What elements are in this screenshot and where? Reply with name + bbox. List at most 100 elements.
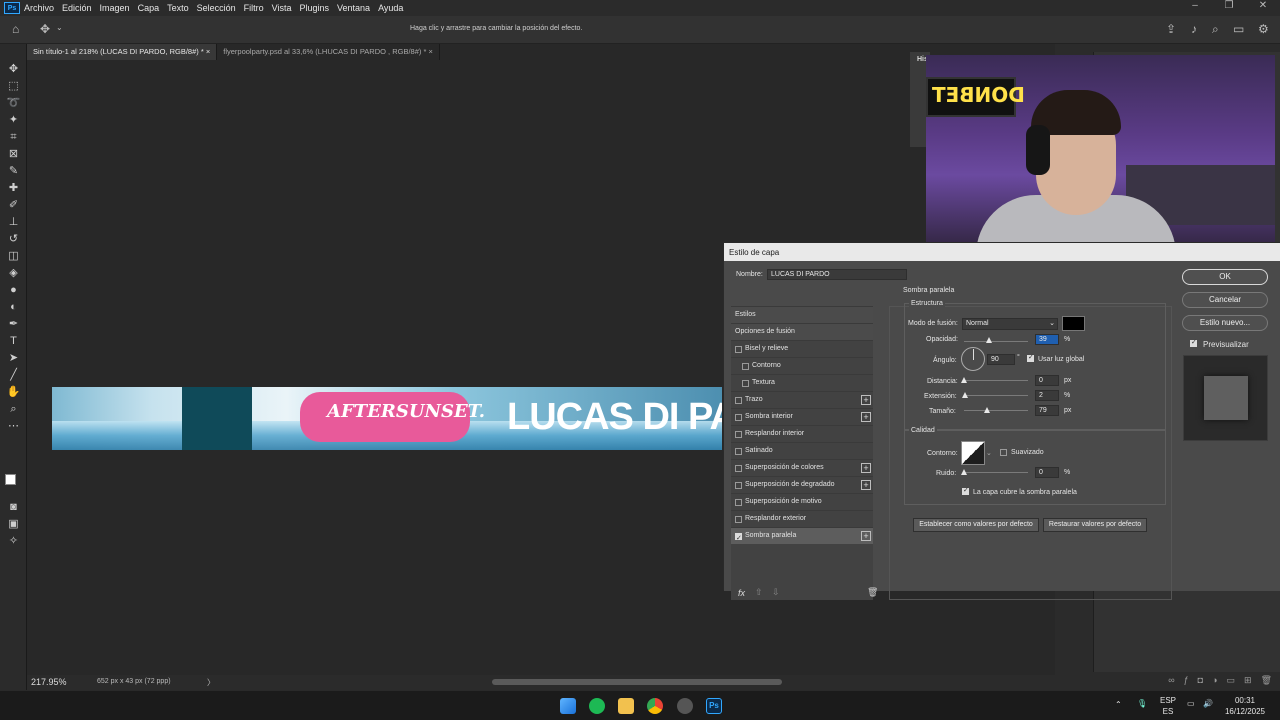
tab-sin-titulo[interactable]: Sin título-1 al 218% (LUCAS DI PARDO, RG…	[27, 44, 218, 60]
noise-field[interactable]: 0	[1035, 467, 1059, 478]
trash-icon[interactable]: 🗑	[867, 587, 878, 598]
antialias-checkbox[interactable]	[1000, 449, 1007, 456]
menu-capa[interactable]: Capa	[138, 3, 160, 13]
brush-tool-icon[interactable]: ✐	[6, 198, 21, 213]
opacity-slider-track[interactable]	[964, 341, 1028, 342]
home-icon[interactable]: ⌂	[12, 22, 19, 36]
tab-close-icon[interactable]: ×	[206, 47, 210, 56]
windows-start-icon[interactable]	[560, 698, 576, 714]
opacity-field[interactable]: 39	[1035, 334, 1059, 345]
add-stroke-icon[interactable]: +	[861, 395, 871, 405]
lasso-tool-icon[interactable]: ➰	[6, 96, 21, 111]
menu-ayuda[interactable]: Ayuda	[378, 3, 403, 13]
chevron-down-icon[interactable]: ⌄	[986, 449, 992, 457]
menu-texto[interactable]: Texto	[167, 3, 189, 13]
menu-imagen[interactable]: Imagen	[100, 3, 130, 13]
inner-shadow-checkbox[interactable]	[735, 414, 742, 421]
dialog-titlebar[interactable]: Estilo de capa	[724, 243, 1280, 261]
eraser-icon[interactable]: ◫	[6, 249, 21, 264]
reset-default-button[interactable]: Restaurar valores por defecto	[1043, 518, 1147, 532]
blend-mode-select[interactable]: Normal ⌄	[962, 318, 1058, 330]
add-drop-shadow-icon[interactable]: +	[861, 531, 871, 541]
chrome-icon[interactable]	[647, 698, 663, 714]
language-top[interactable]: ESP	[1156, 696, 1180, 705]
inner-glow-checkbox[interactable]	[735, 431, 742, 438]
menu-filtro[interactable]: Filtro	[244, 3, 264, 13]
share-icon[interactable]: ⇪	[1166, 22, 1176, 36]
microphone-icon[interactable]: 🎙	[1137, 699, 1147, 708]
menu-seleccion[interactable]: Selección	[197, 3, 236, 13]
menu-vista[interactable]: Vista	[272, 3, 292, 13]
minimize-icon[interactable]: –	[1178, 0, 1212, 16]
menu-plugins[interactable]: Plugins	[300, 3, 330, 13]
spread-slider-track[interactable]	[964, 395, 1028, 396]
menu-archivo[interactable]: Archivo	[24, 3, 54, 13]
trash-icon[interactable]: 🗑	[1261, 675, 1272, 686]
frame-tool-icon[interactable]: ⊠	[6, 147, 21, 162]
style-stroke[interactable]: Trazo +	[731, 391, 873, 408]
stamp-tool-icon[interactable]: ⊥	[6, 215, 21, 230]
style-gradient-overlay[interactable]: Superposición de degradado +	[731, 476, 873, 493]
path-selection-icon[interactable]: ➤	[6, 351, 21, 366]
style-outer-glow[interactable]: Resplandor exterior	[731, 510, 873, 527]
add-color-overlay-icon[interactable]: +	[861, 463, 871, 473]
angle-field[interactable]: 90	[987, 354, 1015, 365]
new-style-button[interactable]: Estilo nuevo...	[1182, 315, 1268, 331]
link-icon[interactable]: ∞	[1168, 675, 1174, 685]
clock-time[interactable]: 00:31	[1222, 696, 1268, 705]
shadow-color-swatch[interactable]	[1062, 316, 1085, 331]
tab-flyerpoolparty[interactable]: flyerpoolparty.psd al 33,6% (LHUCAS DI P…	[217, 44, 440, 60]
clock-date[interactable]: 16/12/2025	[1222, 707, 1268, 716]
chevron-up-icon[interactable]: ⌃	[1115, 700, 1122, 709]
move-up-icon[interactable]: ⇧	[755, 587, 763, 598]
pen-tool-icon[interactable]: ✒	[6, 317, 21, 332]
menu-edicion[interactable]: Edición	[62, 3, 92, 13]
line-tool-icon[interactable]: ╱	[6, 368, 21, 383]
bell-icon[interactable]: ♪	[1191, 22, 1197, 36]
contour-picker[interactable]	[961, 441, 985, 465]
contour-checkbox[interactable]	[742, 363, 749, 370]
restore-icon[interactable]: ❐	[1212, 0, 1246, 16]
gradient-overlay-checkbox[interactable]	[735, 482, 742, 489]
app-icon[interactable]	[677, 698, 693, 714]
distance-slider-track[interactable]	[964, 380, 1028, 381]
opacity-slider-handle[interactable]	[986, 337, 992, 343]
outer-glow-checkbox[interactable]	[735, 516, 742, 523]
noise-slider-track[interactable]	[964, 472, 1028, 473]
quick-mask-icon[interactable]: ◙	[6, 500, 21, 515]
language-bottom[interactable]: ES	[1156, 707, 1180, 716]
cancel-button[interactable]: Cancelar	[1182, 292, 1268, 308]
add-gradient-overlay-icon[interactable]: +	[861, 480, 871, 490]
paint-bucket-icon[interactable]: ◈	[6, 266, 21, 281]
dodge-tool-icon[interactable]: ◐	[6, 300, 21, 315]
folder-icon[interactable]: ▭	[1227, 675, 1236, 686]
eyedropper-icon[interactable]: ✎	[6, 164, 21, 179]
style-drop-shadow[interactable]: Sombra paralela +	[731, 527, 873, 547]
style-contour[interactable]: Contorno	[731, 357, 873, 374]
banner-image[interactable]: AFTERSUNSET. LUCAS DI PARDO	[52, 387, 722, 450]
name-field[interactable]: LUCAS DI PARDO	[767, 269, 907, 280]
tab-close-icon[interactable]: ×	[428, 47, 432, 56]
chevron-right-icon[interactable]: 〉	[207, 677, 215, 688]
new-layer-icon[interactable]: ⊞	[1244, 675, 1252, 686]
volume-icon[interactable]: 🔊	[1203, 699, 1213, 708]
global-light-checkbox[interactable]	[1027, 353, 1034, 362]
crop-tool-icon[interactable]: ⌗	[6, 130, 21, 145]
texture-checkbox[interactable]	[742, 380, 749, 387]
angle-dial[interactable]	[961, 347, 985, 371]
spread-field[interactable]: 2	[1035, 390, 1059, 401]
style-inner-shadow[interactable]: Sombra interior +	[731, 408, 873, 425]
hand-tool-icon[interactable]: ✋	[6, 385, 21, 400]
set-default-button[interactable]: Establecer como valores por defecto	[913, 518, 1039, 532]
blur-tool-icon[interactable]: ●	[6, 283, 21, 298]
settings-icon[interactable]: ⚙	[1258, 22, 1269, 36]
size-slider-handle[interactable]	[984, 407, 990, 413]
history-brush-icon[interactable]: ↺	[6, 232, 21, 247]
screen-mode-icon[interactable]: ▣	[6, 517, 21, 532]
type-tool-icon[interactable]: T	[6, 334, 21, 349]
workspace-icon[interactable]: ▭	[1233, 22, 1244, 36]
size-slider-track[interactable]	[964, 410, 1028, 411]
more-tools-icon[interactable]: ⋯	[6, 419, 21, 434]
mask-icon[interactable]: ◘	[1198, 675, 1203, 685]
zoom-level[interactable]: 217.95%	[31, 677, 67, 687]
